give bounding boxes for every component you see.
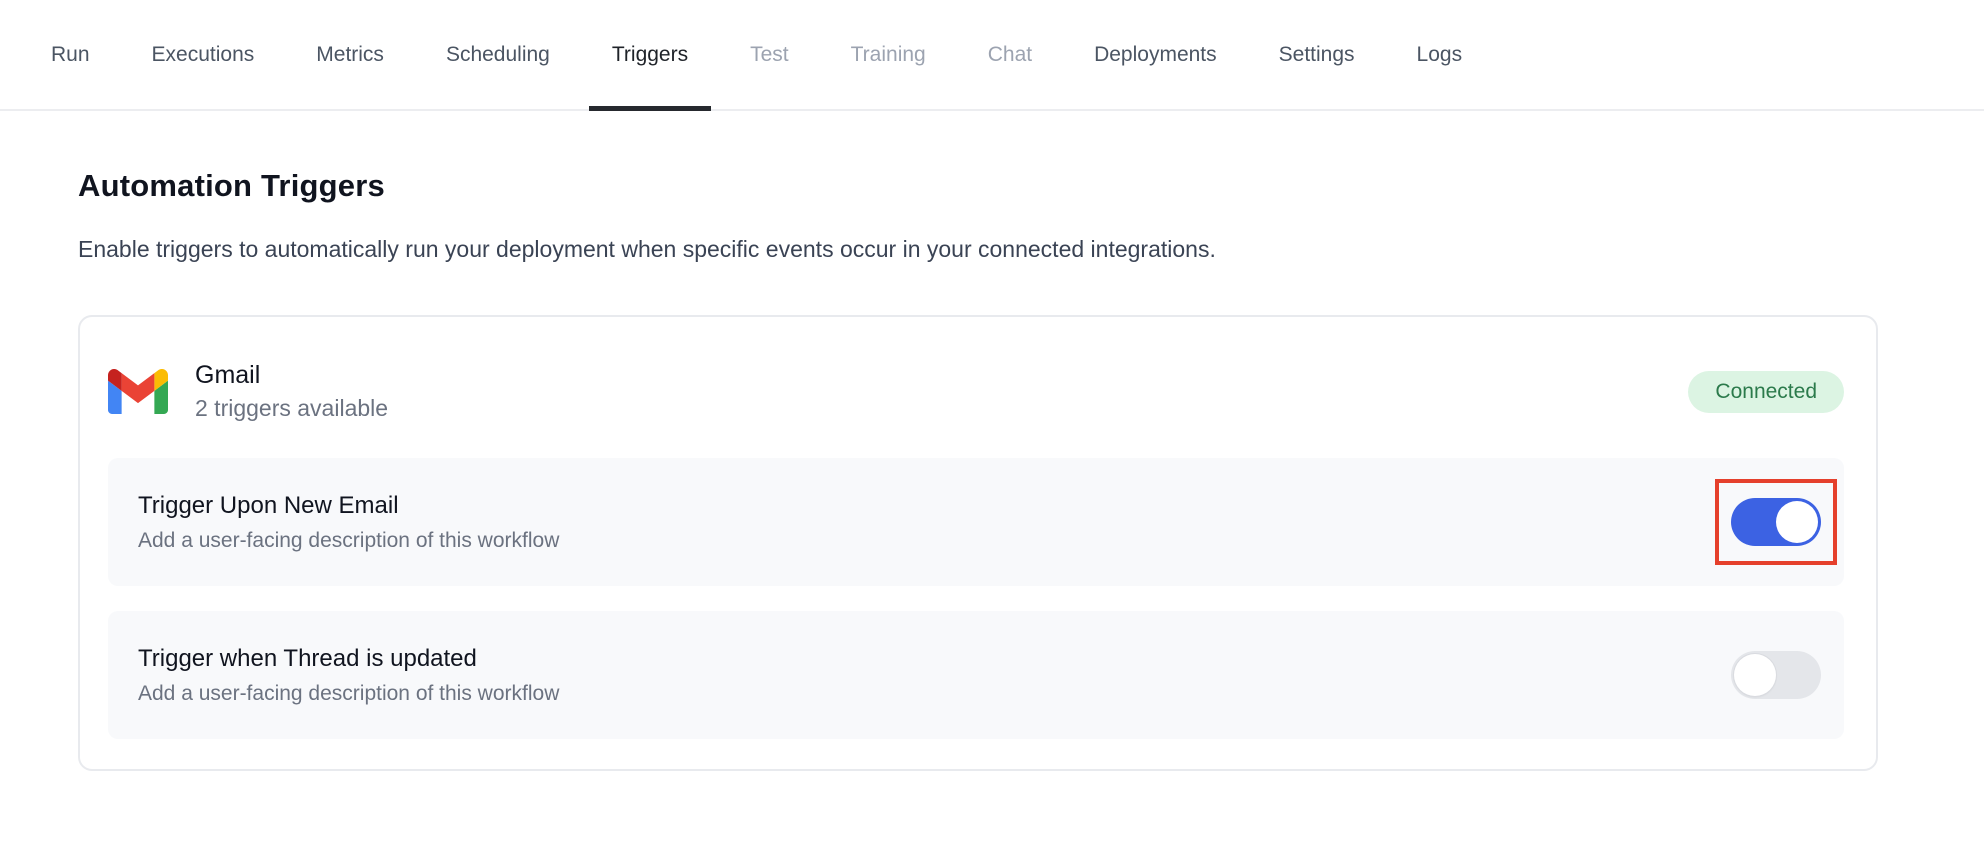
trigger-title: Trigger Upon New Email (138, 494, 559, 518)
trigger-description: Add a user-facing description of this wo… (138, 530, 559, 551)
tab-settings[interactable]: Settings (1256, 0, 1378, 109)
tab-executions[interactable]: Executions (129, 0, 278, 109)
tab-chat[interactable]: Chat (965, 0, 1055, 109)
trigger-row-thread-updated: Trigger when Thread is updated Add a use… (108, 611, 1844, 739)
tab-test[interactable]: Test (727, 0, 812, 109)
toggle-knob (1776, 501, 1818, 543)
tab-triggers[interactable]: Triggers (589, 0, 711, 109)
trigger-controls (1715, 479, 1821, 565)
trigger-title: Trigger when Thread is updated (138, 647, 559, 671)
tab-metrics[interactable]: Metrics (293, 0, 407, 109)
trigger-controls (1731, 651, 1821, 699)
status-badge: Connected (1688, 371, 1844, 413)
toggle-trigger-upon-new-email[interactable] (1731, 498, 1821, 546)
tab-logs[interactable]: Logs (1394, 0, 1486, 109)
tab-training[interactable]: Training (828, 0, 949, 109)
gmail-integration-card: Gmail 2 triggers available Connected Tri… (78, 315, 1878, 771)
integration-name: Gmail (195, 363, 388, 388)
trigger-text: Trigger Upon New Email Add a user-facing… (138, 494, 559, 551)
page-description: Enable triggers to automatically run you… (78, 236, 1984, 263)
trigger-description: Add a user-facing description of this wo… (138, 683, 559, 704)
integration-header: Gmail 2 triggers available Connected (108, 363, 1844, 420)
tab-bar: Run Executions Metrics Scheduling Trigge… (0, 0, 1984, 111)
integration-info: Gmail 2 triggers available (195, 363, 388, 420)
gmail-icon (108, 369, 168, 414)
integration-trigger-count: 2 triggers available (195, 397, 388, 420)
toggle-trigger-thread-updated[interactable] (1731, 651, 1821, 699)
triggers-page: Automation Triggers Enable triggers to a… (0, 111, 1984, 771)
tab-deployments[interactable]: Deployments (1071, 0, 1240, 109)
tab-scheduling[interactable]: Scheduling (423, 0, 573, 109)
page-title: Automation Triggers (78, 168, 1984, 204)
tab-run[interactable]: Run (28, 0, 113, 109)
trigger-text: Trigger when Thread is updated Add a use… (138, 647, 559, 704)
highlight-box (1715, 479, 1837, 565)
trigger-row-new-email: Trigger Upon New Email Add a user-facing… (108, 458, 1844, 586)
toggle-knob (1734, 654, 1776, 696)
